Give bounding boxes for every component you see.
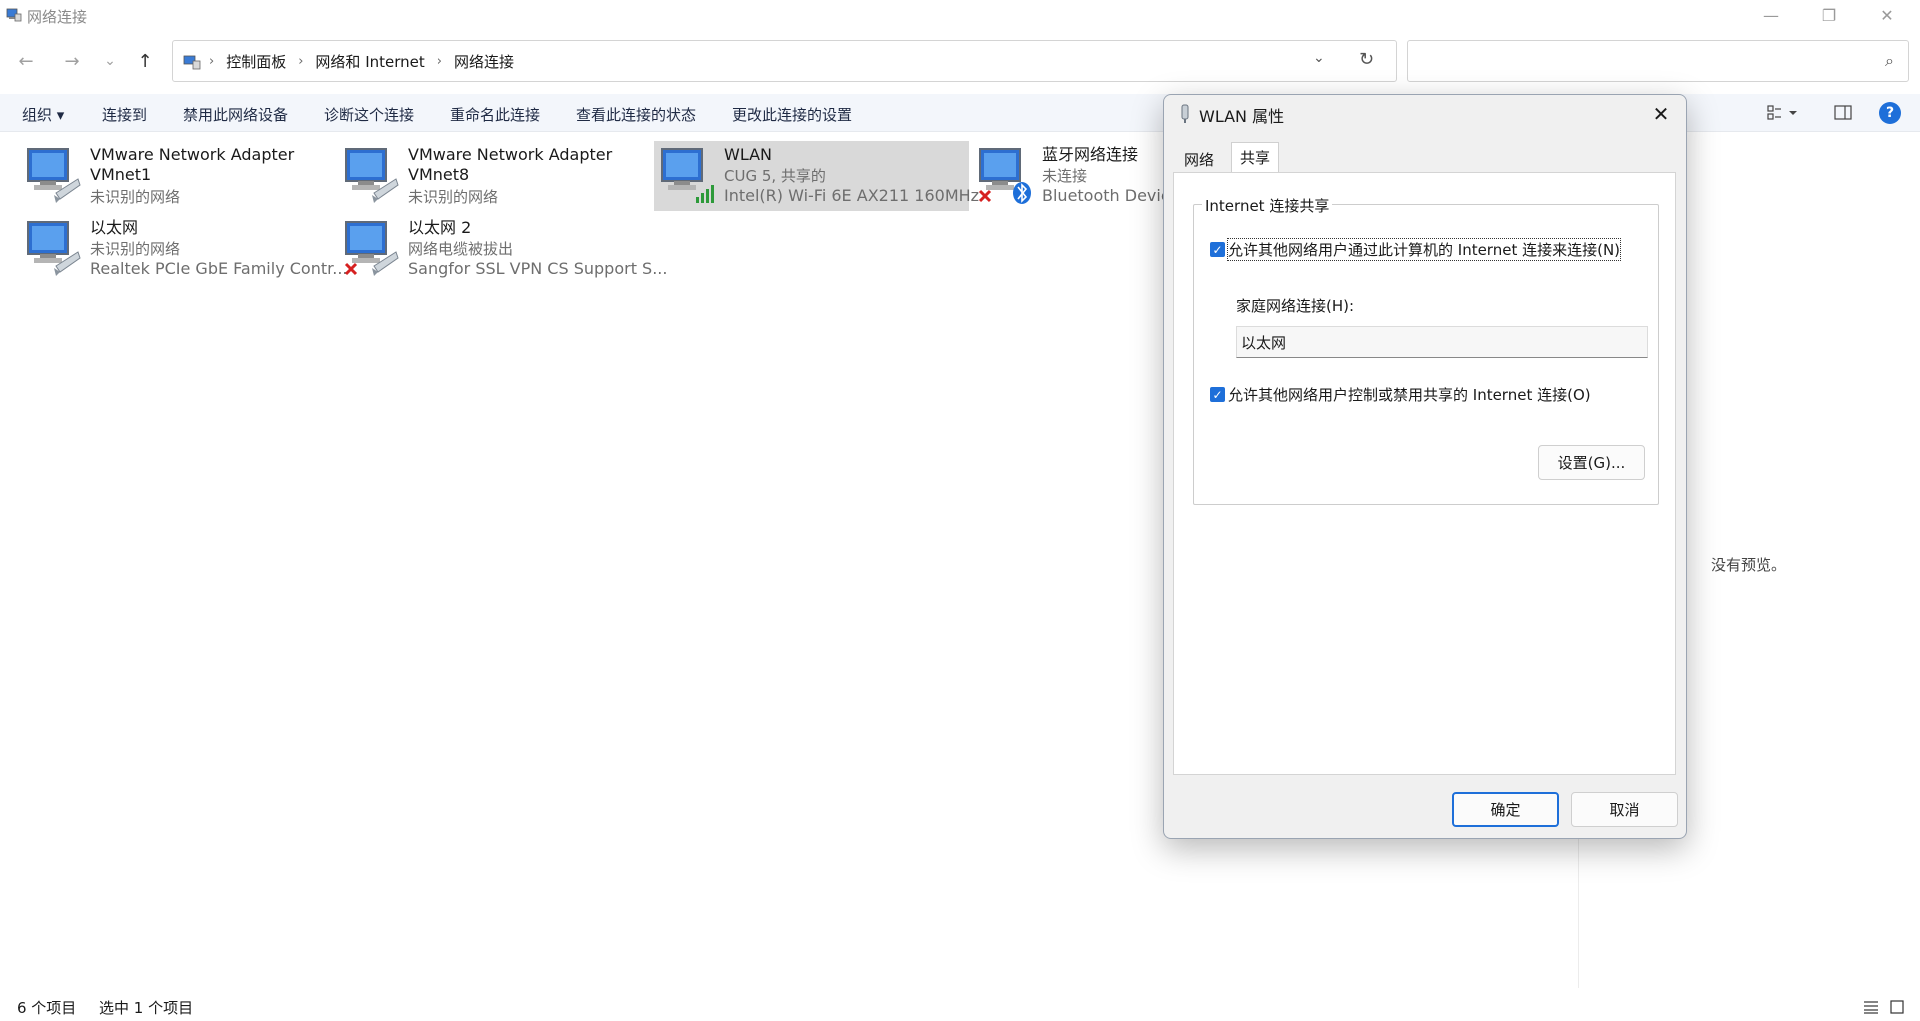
control-panel-icon	[183, 55, 201, 69]
network-adapter-icon	[27, 148, 81, 203]
item-device: Bluetooth Device	[1042, 186, 1164, 205]
item-name: 以太网	[90, 218, 139, 237]
home-network-select[interactable]: 以太网	[1236, 326, 1648, 358]
search-icon: ⌕	[1885, 51, 1894, 70]
back-button[interactable]: ←	[13, 48, 39, 74]
search-input[interactable]: ⌕	[1407, 40, 1909, 82]
item-status: 未识别的网络	[90, 240, 181, 258]
ics-group-title: Internet 连接共享	[1202, 195, 1333, 216]
item-status: 未连接	[1042, 167, 1088, 185]
rename-button[interactable]: 重命名此连接	[450, 104, 540, 125]
dialog-title: WLAN 属性	[1199, 107, 1285, 126]
breadcrumb-separator: ›	[436, 54, 442, 69]
ok-button[interactable]: 确定	[1452, 792, 1559, 827]
checkbox-checked-icon: ✓	[1210, 242, 1225, 257]
allow-control-checkbox[interactable]: ✓ 允许其他网络用户控制或禁用共享的 Internet 连接(O)	[1210, 384, 1591, 405]
list-item-vmnet8[interactable]: VMware Network Adapter VMnet8 未识别的网络	[338, 141, 653, 211]
diagnose-button[interactable]: 诊断这个连接	[324, 104, 414, 125]
no-preview-text: 没有预览。	[1711, 556, 1787, 574]
address-dropdown-icon[interactable]: ⌄	[1313, 50, 1325, 66]
list-item-ethernet-2[interactable]: 以太网 2 网络电缆被拔出 Sangfor SSL VPN CS Support…	[338, 214, 667, 284]
item-device: Sangfor SSL VPN CS Support S...	[408, 259, 668, 278]
breadcrumb-network-connections[interactable]: 网络连接	[454, 51, 514, 72]
item-name: VMware Network Adapter VMnet8	[408, 145, 613, 184]
network-adapter-icon	[27, 221, 81, 276]
wlan-adapter-icon	[1181, 104, 1189, 123]
list-item-ethernet[interactable]: 以太网 未识别的网络 Realtek PCIe GbE Family Contr…	[20, 214, 348, 284]
breadcrumb-network-internet[interactable]: 网络和 Internet	[315, 51, 424, 72]
forward-button[interactable]: →	[59, 48, 85, 74]
wifi-adapter-icon	[661, 148, 714, 203]
wlan-properties-dialog: WLAN 属性 ✕ 网络 共享 Internet 连接共享 ✓ 允许其他网络用户…	[1163, 94, 1687, 839]
refresh-icon[interactable]: ↻	[1359, 49, 1374, 70]
network-adapter-icon	[345, 148, 399, 203]
item-status: 未识别的网络	[90, 188, 181, 206]
selected-count: 选中 1 个项目	[99, 999, 194, 1017]
home-network-label: 家庭网络连接(H):	[1236, 297, 1355, 315]
breadcrumb-separator: ›	[209, 54, 215, 69]
item-status: 网络电缆被拔出	[408, 240, 514, 258]
item-name: WLAN	[724, 145, 773, 164]
list-item-vmnet1[interactable]: VMware Network Adapter VMnet1 未识别的网络	[20, 141, 335, 211]
up-button[interactable]: ↑	[132, 48, 158, 74]
connect-to-button[interactable]: 连接到	[102, 104, 147, 125]
address-bar[interactable]: › 控制面板 › 网络和 Internet › 网络连接 ⌄ ↻	[172, 40, 1397, 82]
item-name: 蓝牙网络连接	[1042, 145, 1139, 164]
allow-share-checkbox[interactable]: ✓ 允许其他网络用户通过此计算机的 Internet 连接来连接(N)	[1210, 238, 1622, 261]
bluetooth-adapter-icon	[978, 148, 1031, 204]
network-connections-icon	[6, 8, 22, 22]
dialog-close-button[interactable]: ✕	[1646, 100, 1676, 128]
ics-group: Internet 连接共享 ✓ 允许其他网络用户通过此计算机的 Internet…	[1193, 195, 1659, 505]
allow-share-label: 允许其他网络用户通过此计算机的 Internet 连接来连接(N)	[1226, 238, 1622, 261]
title-bar: 网络连接 — ❐ ✕	[0, 0, 1920, 30]
checkbox-checked-icon: ✓	[1210, 387, 1225, 402]
sharing-tab-panel: Internet 连接共享 ✓ 允许其他网络用户通过此计算机的 Internet…	[1173, 172, 1676, 775]
status-bar: 6 个项目 选中 1 个项目	[0, 994, 1920, 1021]
help-icon[interactable]: ?	[1879, 102, 1901, 124]
details-view-icon[interactable]	[1863, 1000, 1879, 1014]
breadcrumb: › 控制面板 › 网络和 Internet › 网络连接	[183, 51, 514, 72]
close-window-button[interactable]: ✕	[1858, 0, 1916, 30]
breadcrumb-control-panel[interactable]: 控制面板	[226, 51, 286, 72]
item-name: VMware Network Adapter VMnet1	[90, 145, 295, 184]
view-options-icon[interactable]	[1767, 105, 1797, 121]
item-status: 未识别的网络	[408, 188, 499, 206]
breadcrumb-separator: ›	[298, 54, 304, 69]
tab-sharing[interactable]: 共享	[1231, 142, 1280, 173]
large-icons-view-icon[interactable]	[1889, 999, 1905, 1015]
allow-control-label: 允许其他网络用户控制或禁用共享的 Internet 连接(O)	[1228, 386, 1591, 404]
view-status-button[interactable]: 查看此连接的状态	[576, 104, 696, 125]
list-item-wlan[interactable]: WLAN CUG 5, 共享的 Intel(R) Wi-Fi 6E AX211 …	[654, 141, 979, 211]
item-device: Realtek PCIe GbE Family Contr...	[90, 259, 348, 278]
window-title: 网络连接	[27, 8, 88, 26]
list-item-bluetooth[interactable]: 蓝牙网络连接 未连接 Bluetooth Device	[972, 141, 1164, 211]
disable-device-button[interactable]: 禁用此网络设备	[183, 104, 288, 125]
restore-button[interactable]: ❐	[1800, 0, 1858, 30]
change-settings-button[interactable]: 更改此连接的设置	[732, 104, 852, 125]
settings-button[interactable]: 设置(G)...	[1538, 445, 1645, 480]
minimize-button[interactable]: —	[1742, 0, 1800, 30]
network-adapter-icon	[344, 221, 399, 276]
organize-menu[interactable]: 组织 ▾	[22, 104, 64, 125]
tab-network[interactable]: 网络	[1176, 145, 1222, 172]
item-count: 6 个项目	[17, 999, 77, 1017]
cancel-button[interactable]: 取消	[1571, 792, 1678, 827]
item-status: CUG 5, 共享的	[724, 167, 826, 185]
item-name: 以太网 2	[408, 218, 472, 237]
preview-pane-icon[interactable]	[1834, 105, 1852, 120]
item-device: Intel(R) Wi-Fi 6E AX211 160MHz	[724, 186, 980, 205]
recent-locations-button[interactable]: ⌄	[97, 48, 123, 74]
